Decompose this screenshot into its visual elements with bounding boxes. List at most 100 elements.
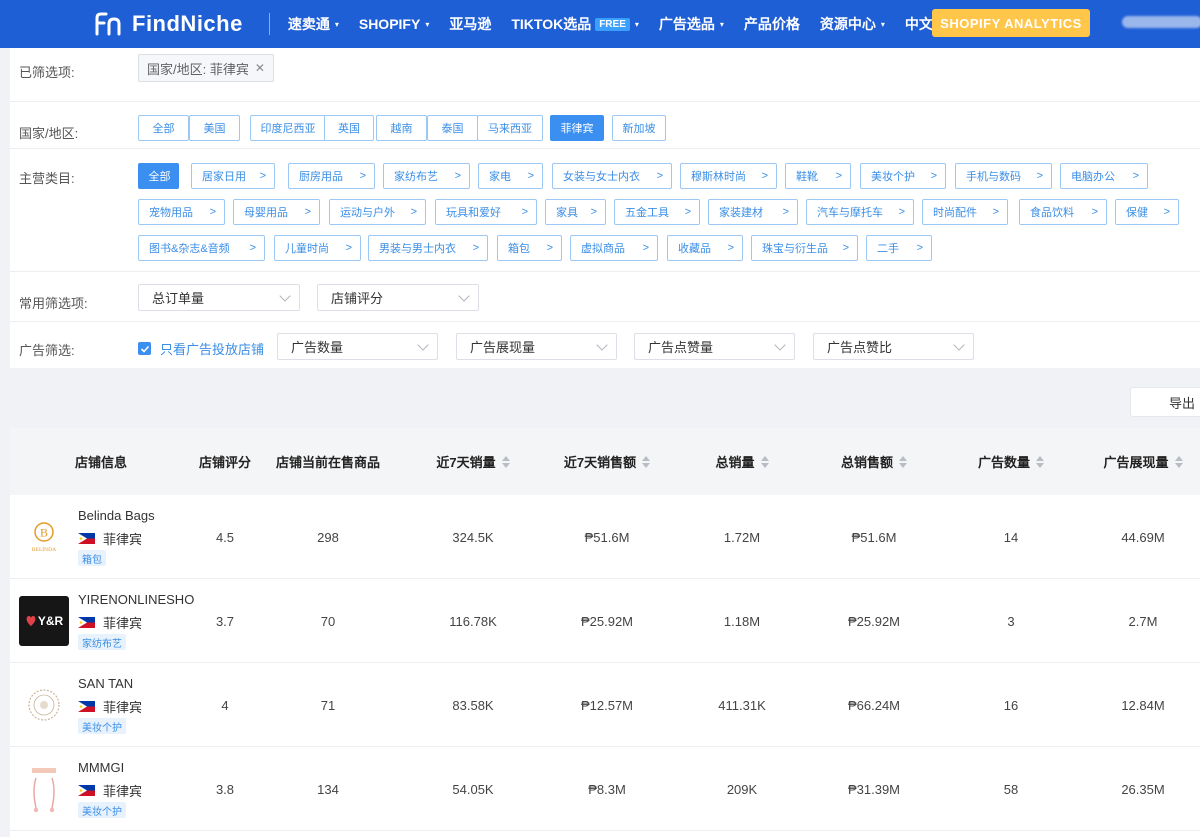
column-header-label: 总销量 <box>715 455 755 470</box>
category-chip[interactable]: 家纺布艺 > <box>383 163 470 189</box>
shop-logo[interactable]: Y&R <box>19 596 69 646</box>
shop-name[interactable]: Belinda Bags <box>78 508 155 523</box>
export-button[interactable]: 导出 <box>1130 387 1200 417</box>
selected-filter-tag[interactable]: 国家/地区: 菲律宾 ✕ <box>138 54 274 82</box>
nav-item-label: TIKTOK选品 <box>511 16 592 32</box>
category-chip[interactable]: 鞋靴 > <box>785 163 851 189</box>
category-chip[interactable]: 电脑办公 > <box>1060 163 1148 189</box>
chevron-right-icon: > <box>527 170 534 182</box>
nav-item-6[interactable]: 资源中心 ▾ <box>820 14 885 34</box>
country-chip[interactable]: 马来西亚 <box>477 115 543 141</box>
column-header-label: 近7天销售额 <box>563 455 637 470</box>
shop-logo[interactable] <box>19 764 69 814</box>
column-header[interactable]: 近7天销量 <box>413 428 533 495</box>
category-chip[interactable]: 家装建材 > <box>708 199 798 225</box>
category-chip[interactable]: 图书&杂志&音频 > <box>138 235 265 261</box>
shop-logo[interactable]: B BELINDA <box>19 512 69 562</box>
table-row[interactable]: Y&R YIRENONLINESHO 菲律宾 家纺布艺 3.7 70 116.78K ₱25.… <box>10 579 1200 663</box>
category-chip[interactable]: 虚拟商品 > <box>570 235 658 261</box>
ad-impressions-select[interactable]: 广告展现量 <box>456 333 617 360</box>
user-account[interactable] <box>1122 16 1200 28</box>
sort-icon[interactable] <box>899 455 907 468</box>
sort-icon[interactable] <box>501 455 510 468</box>
cell-total-revenue: ₱51.6M <box>851 529 897 545</box>
table-row[interactable]: SAN TAN 菲律宾 美妆个护 4 71 83.58K ₱12.57M 411.31K ₱66… <box>10 663 1200 747</box>
category-chip[interactable]: 二手 > <box>866 235 932 261</box>
belinda-logo-mark: B <box>40 526 48 540</box>
category-chip[interactable]: 手机与数码 > <box>955 163 1052 189</box>
nav-item-2[interactable]: 亚马逊 <box>449 14 491 34</box>
findniche-logo[interactable]: FindNiche <box>94 11 243 37</box>
category-chip[interactable]: 箱包 > <box>497 235 562 261</box>
column-header[interactable]: 广告数量 <box>956 428 1066 495</box>
category-chip[interactable]: 珠宝与衍生品 > <box>751 235 858 261</box>
category-chip[interactable]: 厨房用品 > <box>288 163 375 189</box>
nav-item-3[interactable]: TIKTOK选品 FREE ▾ <box>511 14 639 34</box>
column-header[interactable]: 广告展现量 <box>1083 428 1200 495</box>
shop-country: 菲律宾 <box>78 529 142 548</box>
category-chip[interactable]: 居家日用 > <box>191 163 275 189</box>
table-row[interactable]: B BELINDA Belinda Bags 菲律宾 箱包 4.5 298 324.5K ₱51… <box>10 495 1200 579</box>
nav-item-1[interactable]: SHOPIFY ▾ <box>359 16 429 32</box>
column-header[interactable]: 总销量 <box>687 428 797 495</box>
total-orders-select[interactable]: 总订单量 <box>138 284 300 311</box>
selected-filters-label: 已筛选项: <box>19 65 75 80</box>
ad-likes-select-value: 广告点赞量 <box>648 340 714 355</box>
category-chip[interactable]: 时尚配件 > <box>922 199 1008 225</box>
category-chip[interactable]: 儿童时尚 > <box>274 235 361 261</box>
country-chip[interactable]: 美国 <box>189 115 240 141</box>
country-chip[interactable]: 印度尼西亚 <box>250 115 326 141</box>
category-chip[interactable]: 运动与户外 > <box>329 199 426 225</box>
country-chip[interactable]: 新加坡 <box>612 115 666 141</box>
category-chip[interactable]: 男装与男士内衣 > <box>368 235 488 261</box>
nav-item-4[interactable]: 广告选品 ▾ <box>659 14 724 34</box>
shop-name[interactable]: SAN TAN <box>78 676 133 691</box>
category-chip[interactable]: 穆斯林时尚 > <box>680 163 777 189</box>
column-header[interactable]: 总销售额 <box>809 428 939 495</box>
category-chip-label: 宠物用品 <box>149 207 193 219</box>
country-chip[interactable]: 菲律宾 <box>550 115 604 141</box>
category-chip[interactable]: 全部 <box>138 163 179 189</box>
nav-item-0[interactable]: 速卖通 ▾ <box>288 14 339 34</box>
category-chip[interactable]: 五金工具 > <box>614 199 700 225</box>
category-chip-label: 女装与女士内衣 <box>563 171 640 183</box>
category-chip[interactable]: 保健 > <box>1115 199 1179 225</box>
shop-logo[interactable] <box>19 680 69 730</box>
country-chip[interactable]: 泰国 <box>427 115 478 141</box>
category-chip[interactable]: 家具 > <box>545 199 606 225</box>
checkbox-checked-icon[interactable] <box>138 342 151 355</box>
ad-likes-select[interactable]: 广告点赞量 <box>634 333 795 360</box>
category-chip[interactable]: 食品饮料 > <box>1019 199 1107 225</box>
caret-down-icon: ▾ <box>880 19 885 29</box>
close-icon[interactable]: ✕ <box>255 61 265 75</box>
sort-icon[interactable] <box>642 455 651 468</box>
country-chip[interactable]: 越南 <box>376 115 427 141</box>
ad-stores-only-checkbox[interactable]: 只看广告投放店铺 <box>138 339 264 358</box>
category-chip[interactable]: 女装与女士内衣 > <box>552 163 672 189</box>
shopify-analytics-button[interactable]: SHOPIFY ANALYTICS <box>932 9 1090 37</box>
sort-icon[interactable] <box>1036 455 1044 468</box>
sort-icon[interactable] <box>760 455 769 468</box>
country-chip[interactable]: 全部 <box>138 115 189 141</box>
category-chip[interactable]: 宠物用品 > <box>138 199 225 225</box>
ad-count-select[interactable]: 广告数量 <box>277 333 438 360</box>
ad-like-ratio-select[interactable]: 广告点赞比 <box>813 333 974 360</box>
table-row[interactable]: MMMGI 菲律宾 美妆个护 3.8 134 54.05K ₱8.3M 209K ₱31.39M… <box>10 747 1200 831</box>
category-chip[interactable]: 美妆个护 > <box>860 163 946 189</box>
nav-item-5[interactable]: 产品价格 <box>744 14 800 34</box>
category-chip[interactable]: 母婴用品 > <box>233 199 320 225</box>
nav-item-label: 亚马逊 <box>449 16 492 32</box>
chevron-right-icon: > <box>898 206 905 218</box>
sort-icon[interactable] <box>1174 455 1183 468</box>
category-chip[interactable]: 汽车与摩托车 > <box>806 199 914 225</box>
cell-total-sales: 411.31K <box>718 697 766 713</box>
category-chip-label: 美妆个护 <box>871 171 915 183</box>
category-chip[interactable]: 收藏品 > <box>667 235 743 261</box>
chevron-right-icon: > <box>249 242 256 254</box>
shop-name[interactable]: MMMGI <box>78 760 124 775</box>
category-chip[interactable]: 家电 > <box>478 163 543 189</box>
category-chip[interactable]: 玩具和爱好 > <box>435 199 537 225</box>
column-header[interactable]: 近7天销售额 <box>542 428 672 495</box>
store-rating-select[interactable]: 店铺评分 <box>317 284 479 311</box>
country-chip[interactable]: 英国 <box>324 115 374 141</box>
